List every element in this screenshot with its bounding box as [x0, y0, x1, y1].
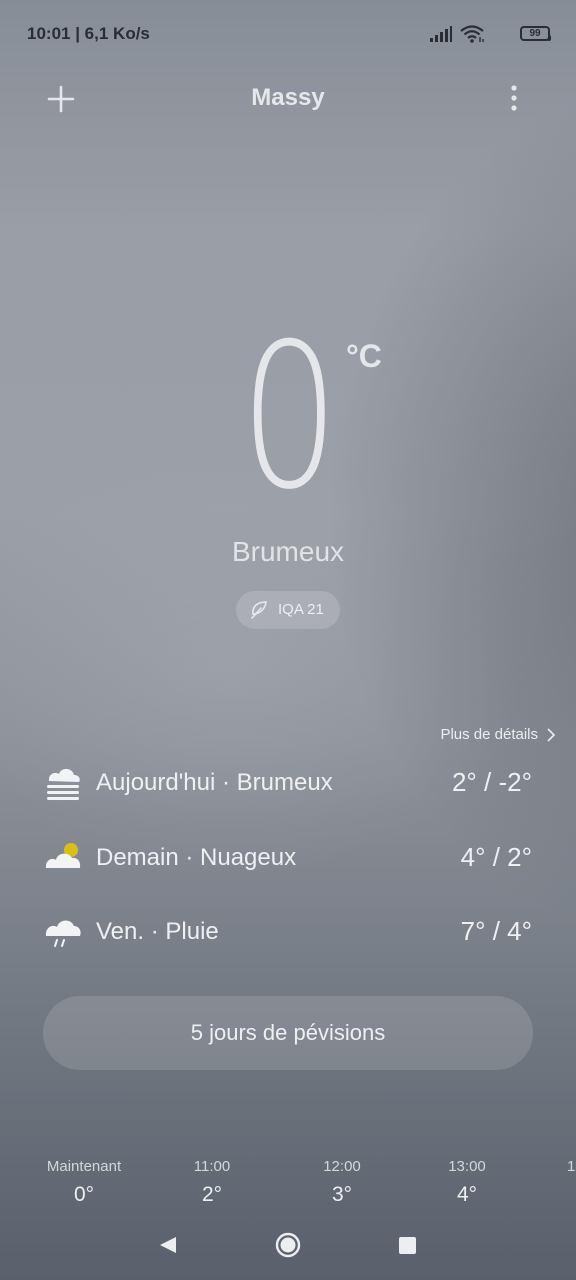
city-title: Massy [251, 84, 325, 111]
five-day-forecast-button[interactable]: 5 jours de pévisions [43, 996, 533, 1070]
battery-level: 99 [529, 28, 541, 39]
rain-icon [45, 920, 81, 947]
forecast-row-today[interactable]: Aujourd'hui · Brumeux 2° / -2° [44, 763, 536, 807]
aqi-badge[interactable]: IQA 21 [236, 591, 340, 629]
temperature-unit: °C [346, 338, 382, 374]
back-icon[interactable] [158, 1235, 178, 1255]
forecast-row-friday[interactable]: Ven. · Pluie 7° / 4° [44, 912, 536, 956]
current-condition: Brumeux [231, 536, 345, 567]
hourly-time: Maintenant [46, 1158, 122, 1175]
partly-cloudy-icon [45, 843, 81, 868]
leaf-icon [251, 601, 267, 619]
hourly-time: 1 [567, 1158, 576, 1175]
status-time: 10:01 | 6,1 Ko/s [27, 24, 150, 43]
hourly-time: 13:00 [448, 1158, 486, 1175]
recents-icon[interactable] [399, 1237, 416, 1254]
hourly-temp: 4° [456, 1183, 478, 1206]
chevron-right-icon [547, 728, 556, 742]
forecast-label: Demain · Nuageux [96, 844, 297, 871]
hourly-temp: 0° [73, 1183, 95, 1206]
status-bar: 10:01 | 6,1 Ko/s 99 [0, 0, 576, 70]
more-details-label: Plus de détails [440, 726, 538, 743]
hourly-temp: 2° [201, 1183, 223, 1206]
forecast-temps: 4° / 2° [460, 842, 532, 872]
vertical-dots-icon[interactable] [500, 82, 528, 114]
more-details-link[interactable]: Plus de détails [440, 726, 556, 743]
hourly-time: 11:00 [193, 1158, 231, 1175]
forecast-label: Ven. · Pluie [96, 918, 219, 945]
hourly-temp: 3° [331, 1183, 353, 1206]
hourly-item: 11:00 2° [167, 1158, 257, 1207]
hourly-item-partial: 1 [567, 1158, 576, 1183]
forecast-temps: 2° / -2° [451, 767, 532, 797]
current-temperature: 0 [239, 301, 339, 534]
plus-icon[interactable] [46, 84, 76, 114]
signal-icon [430, 26, 452, 42]
aqi-label: IQA 21 [278, 601, 324, 618]
home-icon[interactable] [275, 1232, 301, 1258]
hourly-time: 12:00 [323, 1158, 361, 1175]
hourly-item: Maintenant 0° [39, 1158, 129, 1207]
forecast-row-tomorrow[interactable]: Demain · Nuageux 4° / 2° [44, 838, 536, 882]
wifi-icon [460, 25, 484, 43]
forecast-temps: 7° / 4° [460, 916, 532, 946]
hourly-item: 13:00 4° [422, 1158, 512, 1207]
battery-icon: 99 [520, 26, 551, 41]
hourly-item: 12:00 3° [297, 1158, 387, 1207]
fog-icon [47, 768, 80, 800]
battery-cap [548, 35, 551, 41]
forecast-label: Aujourd'hui · Brumeux [96, 769, 333, 796]
